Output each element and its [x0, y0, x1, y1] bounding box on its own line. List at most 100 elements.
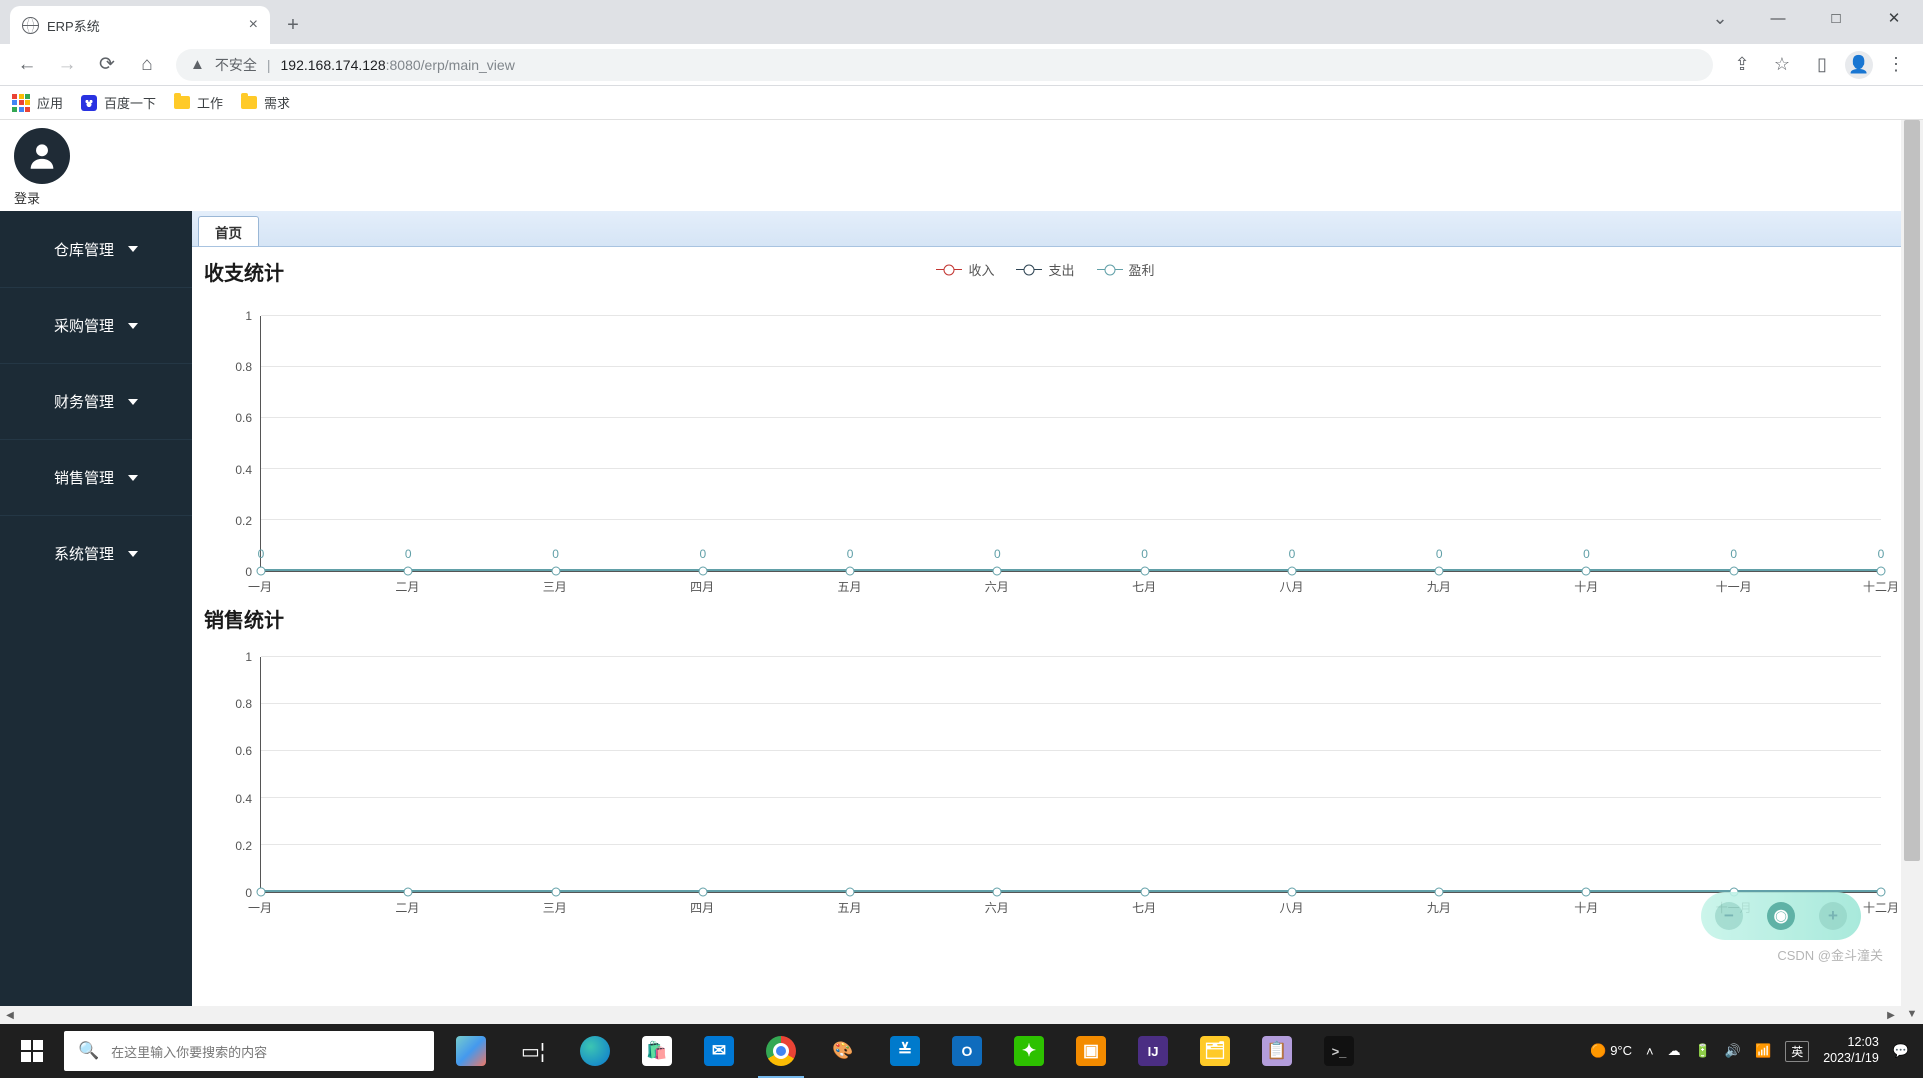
- weather-widget[interactable]: 🟠 9°C: [1590, 1043, 1632, 1059]
- vertical-scrollbar[interactable]: ▲ ▼: [1901, 120, 1923, 1024]
- scroll-down-icon[interactable]: ▼: [1901, 1004, 1923, 1024]
- window-maximize-button[interactable]: □: [1807, 0, 1865, 36]
- x-tick: 五月: [837, 899, 861, 916]
- x-tick: 六月: [985, 578, 1009, 595]
- bookmark-baidu[interactable]: 百度一下: [81, 93, 156, 112]
- sidebar-item-system[interactable]: 系统管理: [0, 515, 192, 591]
- y-tick: 0.2: [235, 839, 252, 853]
- sidebar-item-sales[interactable]: 销售管理: [0, 439, 192, 515]
- legend-expense[interactable]: 支出: [1016, 260, 1074, 279]
- zoom-in-icon[interactable]: +: [1819, 902, 1847, 930]
- login-label[interactable]: 登录: [14, 188, 1887, 207]
- tray-clock[interactable]: 12:03 2023/1/19: [1823, 1035, 1879, 1066]
- data-label: 0: [1730, 547, 1737, 561]
- taskbar-taskview[interactable]: ▭¦: [502, 1024, 564, 1078]
- taskbar-outlook[interactable]: O: [936, 1024, 998, 1078]
- bookmark-star-icon[interactable]: ☆: [1765, 48, 1799, 82]
- tray-volume-icon[interactable]: 🔊: [1725, 1043, 1741, 1059]
- tray-onedrive-icon[interactable]: ☁: [1668, 1043, 1681, 1059]
- address-bar[interactable]: ▲ 不安全 | 192.168.174.128:8080/erp/main_vi…: [176, 49, 1713, 81]
- eye-icon[interactable]: ◉: [1767, 902, 1795, 930]
- taskbar-wechat[interactable]: ✦: [998, 1024, 1060, 1078]
- bookmark-work[interactable]: 工作: [174, 93, 223, 112]
- page-header: 登录: [0, 120, 1901, 211]
- nav-home-button[interactable]: ⌂: [130, 48, 164, 82]
- browser-menu-icon[interactable]: ⋮: [1879, 48, 1913, 82]
- profile-avatar-icon[interactable]: 👤: [1845, 51, 1873, 79]
- taskbar-vmware[interactable]: ▣: [1060, 1024, 1122, 1078]
- tab-overflow-icon[interactable]: ⌄: [1691, 0, 1749, 36]
- sidebar-item-warehouse[interactable]: 仓库管理: [0, 211, 192, 287]
- tab-title: ERP系统: [47, 16, 241, 35]
- tray-wifi-icon[interactable]: 📶: [1755, 1043, 1771, 1059]
- scrollbar-thumb[interactable]: [1904, 120, 1920, 861]
- nav-back-button[interactable]: ←: [10, 48, 44, 82]
- chrome-icon: [766, 1036, 796, 1066]
- zoom-out-icon[interactable]: −: [1715, 902, 1743, 930]
- taskbar-idea[interactable]: IJ: [1122, 1024, 1184, 1078]
- taskbar-notes[interactable]: 📋: [1246, 1024, 1308, 1078]
- chevron-down-icon: [128, 475, 138, 481]
- window-controls: ⌄ ― □ ✕: [1691, 0, 1923, 44]
- apps-grid-icon: [12, 94, 30, 112]
- data-label: 0: [258, 547, 265, 561]
- windows-taskbar: 🔍 在这里输入你要搜索的内容 ▭¦ 🛍️ ✉ 🎨 ≚ O ✦ ▣ IJ 🗂 📋 …: [0, 1024, 1923, 1078]
- taskbar-vscode[interactable]: ≚: [874, 1024, 936, 1078]
- sidebar-item-finance[interactable]: 财务管理: [0, 363, 192, 439]
- x-tick: 七月: [1132, 578, 1156, 595]
- taskbar-paint[interactable]: 🎨: [812, 1024, 874, 1078]
- taskbar-pinned: ▭¦ 🛍️ ✉ 🎨 ≚ O ✦ ▣ IJ 🗂 📋 >_: [440, 1024, 1370, 1078]
- tab-home[interactable]: 首页: [198, 216, 259, 246]
- x-tick: 八月: [1280, 899, 1304, 916]
- x-tick: 一月: [248, 578, 272, 595]
- new-tab-button[interactable]: +: [278, 10, 308, 40]
- baidu-icon: [81, 95, 97, 111]
- browser-tab-active[interactable]: ERP系统 ×: [10, 6, 270, 44]
- share-icon[interactable]: ⇪: [1725, 48, 1759, 82]
- scroll-right-icon[interactable]: ▶: [1881, 1010, 1901, 1021]
- window-close-button[interactable]: ✕: [1865, 0, 1923, 36]
- tray-overflow-icon[interactable]: ˄: [1646, 1044, 1654, 1059]
- bookmark-apps[interactable]: 应用: [12, 93, 63, 112]
- horizontal-scrollbar[interactable]: ◀ ▶: [0, 1006, 1901, 1024]
- security-warning-icon: ▲: [190, 56, 205, 73]
- taskbar-search[interactable]: 🔍 在这里输入你要搜索的内容: [64, 1031, 434, 1071]
- taskbar-chrome[interactable]: [750, 1024, 812, 1078]
- taskbar-explorer[interactable]: 🗂: [1184, 1024, 1246, 1078]
- x-tick: 六月: [985, 899, 1009, 916]
- window-minimize-button[interactable]: ―: [1749, 0, 1807, 36]
- taskbar-edge[interactable]: [564, 1024, 626, 1078]
- watermark-pill[interactable]: − ◉ +: [1701, 892, 1861, 940]
- start-button[interactable]: [0, 1024, 64, 1078]
- close-tab-icon[interactable]: ×: [249, 16, 258, 34]
- legend-income[interactable]: 收入: [936, 260, 994, 279]
- taskview-icon: ▭¦: [521, 1039, 545, 1064]
- x-tick: 九月: [1427, 578, 1451, 595]
- sidebar-item-purchase[interactable]: 采购管理: [0, 287, 192, 363]
- search-icon: 🔍: [78, 1041, 99, 1061]
- chevron-down-icon: [128, 246, 138, 252]
- scroll-left-icon[interactable]: ◀: [0, 1010, 20, 1021]
- user-avatar-icon[interactable]: [14, 128, 70, 184]
- tray-notifications-icon[interactable]: 💬: [1893, 1043, 1909, 1059]
- folder-icon: 🗂: [1200, 1036, 1230, 1066]
- nav-reload-button[interactable]: ⟳: [90, 48, 124, 82]
- vmware-icon: ▣: [1076, 1036, 1106, 1066]
- side-panel-icon[interactable]: ▯: [1805, 48, 1839, 82]
- chevron-down-icon: [128, 399, 138, 405]
- data-label: 0: [1436, 547, 1443, 561]
- intellij-icon: IJ: [1138, 1036, 1168, 1066]
- data-label: 0: [1289, 547, 1296, 561]
- tray-battery-icon[interactable]: 🔋: [1695, 1043, 1711, 1059]
- taskbar-store[interactable]: 🛍️: [626, 1024, 688, 1078]
- taskbar-news[interactable]: [440, 1024, 502, 1078]
- y-tick: 1: [245, 650, 252, 664]
- tray-ime[interactable]: 英: [1785, 1041, 1809, 1062]
- legend-profit[interactable]: 盈利: [1097, 260, 1155, 279]
- legend-marker-icon: [936, 269, 962, 271]
- taskbar-mail[interactable]: ✉: [688, 1024, 750, 1078]
- windows-logo-icon: [21, 1040, 43, 1062]
- bookmark-req[interactable]: 需求: [241, 93, 290, 112]
- folder-icon: [174, 96, 190, 109]
- taskbar-terminal[interactable]: >_: [1308, 1024, 1370, 1078]
